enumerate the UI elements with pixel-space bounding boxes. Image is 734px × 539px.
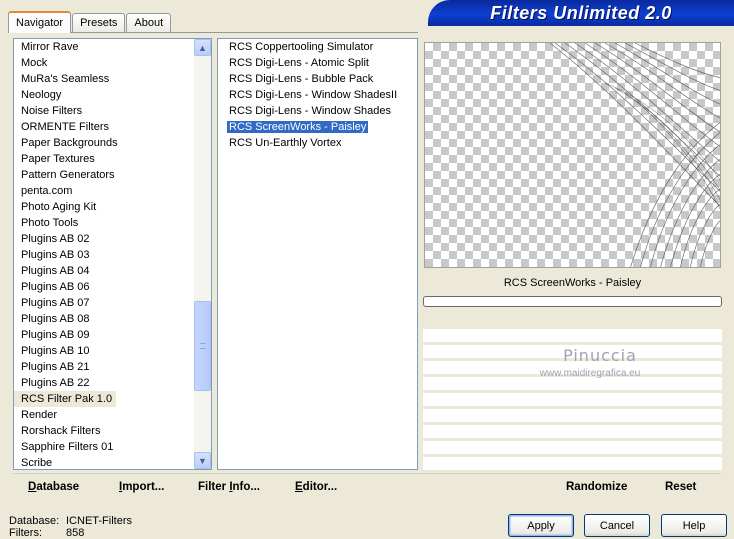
category-items: Mirror Rave Mock MuRa's Seamless Neology Noi… <box>14 39 194 469</box>
param-row <box>423 424 722 438</box>
param-row <box>423 392 722 406</box>
progress-bar <box>423 296 722 307</box>
filter-item-label: RCS Digi-Lens - Bubble Pack <box>229 73 374 85</box>
filter-item[interactable]: RCS ScreenWorks - Paisley <box>218 119 417 135</box>
param-row <box>423 408 722 422</box>
filters-status-label: Filters: <box>9 527 42 539</box>
status-filters: Filters: 858 <box>9 527 132 539</box>
scroll-thumb[interactable] <box>194 301 211 391</box>
watermark-name: Pinuccia <box>563 346 637 365</box>
status-area: Database: ICNET-Filters Filters: 858 <box>9 515 132 539</box>
filter-info-button[interactable]: Filter Info... <box>198 481 260 493</box>
watermark-url: www.maidiregrafica.eu <box>539 368 641 379</box>
apply-button[interactable]: Apply <box>508 514 574 537</box>
category-item[interactable]: Sapphire Filters 01 <box>14 439 194 455</box>
editor-button[interactable]: Editor... <box>295 481 337 493</box>
tab-about[interactable]: About <box>126 13 172 32</box>
paisley-pattern-image <box>549 43 720 267</box>
category-item[interactable]: Plugins AB 10 <box>14 343 194 359</box>
cancel-button[interactable]: Cancel <box>584 514 650 537</box>
param-row <box>423 456 722 470</box>
filter-item[interactable]: RCS Digi-Lens - Window ShadesII <box>218 87 417 103</box>
database-label: atabase <box>36 481 80 493</box>
category-scrollbar[interactable]: ▲ ▼ <box>194 39 211 469</box>
scroll-up-button[interactable]: ▲ <box>194 39 211 56</box>
database-button[interactable]: Database <box>28 481 79 493</box>
category-item[interactable]: penta.com <box>14 183 194 199</box>
filter-item[interactable]: RCS Un-Earthly Vortex <box>218 135 417 151</box>
grip-icon <box>200 343 206 349</box>
category-item[interactable]: Mock <box>14 55 194 71</box>
category-item[interactable]: Plugins AB 22 <box>14 375 194 391</box>
tab-navigator[interactable]: Navigator <box>8 11 72 33</box>
category-item[interactable]: Plugins AB 09 <box>14 327 194 343</box>
tab-presets[interactable]: Presets <box>72 13 126 32</box>
category-item[interactable]: Plugins AB 08 <box>14 311 194 327</box>
filter-item-label: RCS Digi-Lens - Atomic Split <box>229 57 369 69</box>
category-item[interactable]: RCS Filter Pak 1.0 <box>14 391 116 407</box>
category-item[interactable]: Plugins AB 07 <box>14 295 194 311</box>
filter-info-post: nfo... <box>232 481 260 493</box>
category-item[interactable]: Paper Textures <box>14 151 194 167</box>
reset-button[interactable]: Reset <box>665 481 696 493</box>
filter-info-pre: Filter <box>198 481 230 493</box>
category-item[interactable]: Scribe <box>14 455 194 469</box>
arrow-up-icon: ▲ <box>198 42 207 53</box>
category-item[interactable]: Pattern Generators <box>14 167 194 183</box>
import-label: mport... <box>122 481 165 493</box>
filters-status-value: 858 <box>66 527 85 539</box>
category-item[interactable]: Plugins AB 02 <box>14 231 194 247</box>
filter-item-label: RCS Digi-Lens - Window Shades <box>229 105 392 117</box>
database-status-value: ICNET-Filters <box>66 515 132 527</box>
scroll-down-button[interactable]: ▼ <box>194 452 211 469</box>
category-item[interactable]: Plugins AB 06 <box>14 279 194 295</box>
preview-image <box>424 42 721 268</box>
filter-list[interactable]: RCS Coppertooling Simulator RCS Digi-Lens… <box>217 38 418 470</box>
import-button[interactable]: Import... <box>119 481 164 493</box>
filter-item[interactable]: RCS Digi-Lens - Window Shades <box>218 103 417 119</box>
editor-accel: E <box>295 481 303 493</box>
category-item[interactable]: Neology <box>14 87 194 103</box>
filter-item[interactable]: RCS Digi-Lens - Bubble Pack <box>218 71 417 87</box>
filter-item-label: RCS Coppertooling Simulator <box>229 41 374 53</box>
category-item[interactable]: Photo Aging Kit <box>14 199 194 215</box>
category-item[interactable]: Render <box>14 407 194 423</box>
filter-items: RCS Coppertooling Simulator RCS Digi-Lens… <box>218 39 417 151</box>
randomize-button[interactable]: Randomize <box>566 481 627 493</box>
category-item[interactable]: Plugins AB 03 <box>14 247 194 263</box>
category-item[interactable]: Mirror Rave <box>14 39 194 55</box>
arrow-down-icon: ▼ <box>198 455 207 466</box>
filter-item-label: RCS ScreenWorks - Paisley <box>227 121 369 133</box>
filter-item-label: RCS Un-Earthly Vortex <box>229 137 342 149</box>
param-row <box>423 328 722 342</box>
category-item[interactable]: ORMENTE Filters <box>14 119 194 135</box>
category-item[interactable]: Noise Filters <box>14 103 194 119</box>
param-row <box>423 440 722 454</box>
selected-filter-label: RCS ScreenWorks - Paisley <box>503 277 642 289</box>
tab-bar: Navigator Presets About <box>8 10 172 33</box>
category-item[interactable]: Plugins AB 04 <box>14 263 194 279</box>
editor-label: ditor... <box>302 481 338 493</box>
filter-item-label: RCS Digi-Lens - Window ShadesII <box>229 89 398 101</box>
database-status-label: Database: <box>9 515 60 527</box>
category-item[interactable]: Rorshack Filters <box>14 423 194 439</box>
category-item[interactable]: Paper Backgrounds <box>14 135 194 151</box>
category-item[interactable]: Photo Tools <box>14 215 194 231</box>
category-item[interactable]: MuRa's Seamless <box>14 71 194 87</box>
app-banner: Filters Unlimited 2.0 <box>428 0 734 26</box>
category-item[interactable]: Plugins AB 21 <box>14 359 194 375</box>
status-database: Database: ICNET-Filters <box>9 515 132 527</box>
filter-item[interactable]: RCS Coppertooling Simulator <box>218 39 417 55</box>
bottom-toolbar: Database Import... Filter Info... Editor… <box>13 473 721 499</box>
category-list[interactable]: Mirror Rave Mock MuRa's Seamless Neology Noi… <box>13 38 212 470</box>
help-button[interactable]: Help <box>661 514 727 537</box>
filter-item[interactable]: RCS Digi-Lens - Atomic Split <box>218 55 417 71</box>
